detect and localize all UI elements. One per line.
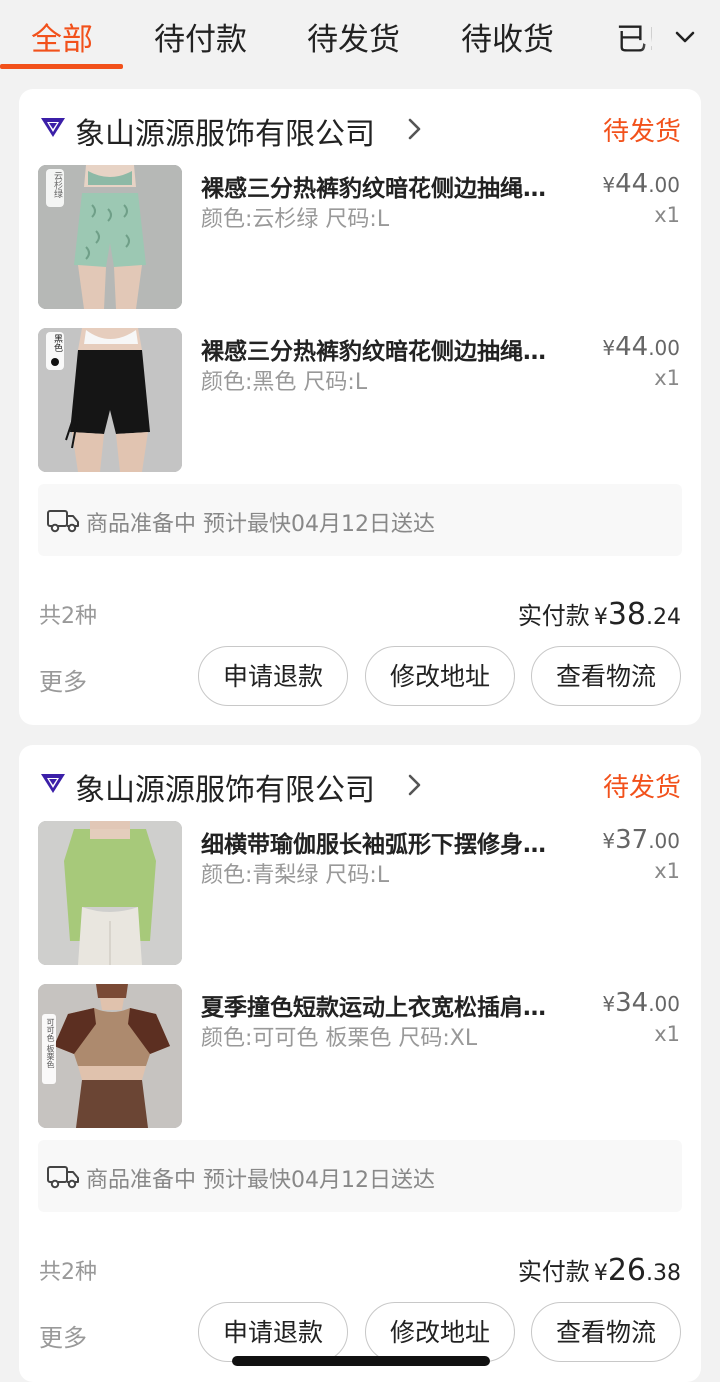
order-status: 待发货: [602, 773, 681, 803]
shop-header[interactable]: 象山源源服饰有限公司: [39, 765, 679, 808]
product-thumbnail: 黑色: [38, 328, 182, 472]
item-quantity: x1: [654, 203, 680, 227]
shop-name[interactable]: 象山源源服饰有限公司: [75, 765, 375, 809]
active-tab-underline: [0, 64, 123, 69]
more-link[interactable]: 更多: [39, 662, 87, 697]
item-spec: 颜色:可可色 板栗色 尺码:XL: [201, 1026, 478, 1051]
tab-pending-shipment[interactable]: 待发货: [307, 14, 400, 59]
order-tabs: 全部 待付款 待发货 待收货 已!: [0, 0, 720, 72]
item-title: 夏季撞色短款运动上衣宽松插肩袖T恤: [201, 995, 561, 1021]
tab-all[interactable]: 全部: [31, 14, 93, 59]
item-title: 裸感三分热裤豹纹暗花侧边抽绳瑜伽短裤: [201, 176, 561, 202]
refund-button[interactable]: 申请退款: [198, 646, 348, 706]
chevron-right-icon[interactable]: [405, 115, 425, 143]
tab-pending-payment[interactable]: 待付款: [154, 14, 247, 59]
more-link[interactable]: 更多: [39, 1318, 87, 1353]
order-card: 象山源源服饰有限公司 待发货 细横带瑜伽服长袖弧形下摆修身运动上衣 颜色:青梨绿…: [19, 745, 701, 1382]
thumbnail-tag: 黑色: [52, 334, 62, 352]
paid-amount: 实付款 ¥26.38: [517, 1253, 681, 1288]
order-card: 象山源源服饰有限公司 待发货 云杉绿 裸感三分热裤豹纹暗花侧边抽绳瑜 颜色:云杉…: [19, 89, 701, 725]
delivery-text: 商品准备中 预计最快04月12日送达: [86, 512, 435, 537]
order-item[interactable]: 可可色 板栗色 夏季撞色短款运动上衣宽松插肩袖T恤 颜色:可可色 板栗色 尺码:…: [38, 984, 682, 1129]
paid-amount: 实付款 ¥38.24: [517, 597, 681, 632]
item-spec: 颜色:青梨绿 尺码:L: [201, 863, 390, 888]
delivery-text: 商品准备中 预计最快04月12日送达: [86, 1168, 435, 1193]
item-title: 细横带瑜伽服长袖弧形下摆修身运动上衣: [201, 832, 561, 858]
order-item[interactable]: 黑色 裸感三分热裤豹纹暗花侧边抽绳瑜伽短裤 颜色:黑色 尺码:L ¥44.00 …: [38, 328, 682, 473]
delivery-status: 商品准备中 预计最快04月12日送达: [38, 1140, 682, 1212]
item-title: 裸感三分热裤豹纹暗花侧边抽绳瑜伽短裤: [201, 339, 561, 365]
view-logistics-button[interactable]: 查看物流: [531, 1302, 681, 1362]
order-item[interactable]: 细横带瑜伽服长袖弧形下摆修身运动上衣 颜色:青梨绿 尺码:L ¥37.00 x1: [38, 821, 682, 966]
item-price: ¥37.00: [602, 825, 680, 855]
item-quantity: x1: [654, 1022, 680, 1046]
item-price: ¥44.00: [602, 332, 680, 362]
change-address-button[interactable]: 修改地址: [365, 646, 515, 706]
view-logistics-button[interactable]: 查看物流: [531, 646, 681, 706]
refund-button[interactable]: 申请退款: [198, 1302, 348, 1362]
item-quantity: x1: [654, 859, 680, 883]
chevron-down-icon[interactable]: [668, 20, 702, 54]
item-price: ¥34.00: [602, 988, 680, 1018]
item-spec: 颜色:云杉绿 尺码:L: [201, 207, 390, 232]
item-count: 共2种: [39, 604, 97, 629]
item-count: 共2种: [39, 1260, 97, 1285]
shop-header[interactable]: 象山源源服饰有限公司: [39, 109, 679, 152]
chevron-right-icon[interactable]: [405, 771, 425, 799]
item-spec: 颜色:黑色 尺码:L: [201, 370, 368, 395]
thumbnail-tag: 可可色 板栗色: [46, 1018, 55, 1069]
product-thumbnail: 可可色 板栗色: [38, 984, 182, 1128]
shop-logo-icon: [41, 774, 65, 793]
delivery-status: 商品准备中 预计最快04月12日送达: [38, 484, 682, 556]
change-address-button[interactable]: 修改地址: [365, 1302, 515, 1362]
truck-icon: [47, 510, 79, 533]
shop-logo-icon: [41, 118, 65, 137]
home-indicator[interactable]: [232, 1356, 490, 1366]
shop-name[interactable]: 象山源源服饰有限公司: [75, 109, 375, 153]
item-price: ¥44.00: [602, 169, 680, 199]
truck-icon: [47, 1166, 79, 1189]
product-thumbnail: [38, 821, 182, 965]
thumbnail-tag: 云杉绿: [52, 171, 62, 198]
order-status: 待发货: [602, 117, 681, 147]
tab-pending-receipt[interactable]: 待收货: [461, 14, 554, 59]
item-quantity: x1: [654, 366, 680, 390]
order-item[interactable]: 云杉绿 裸感三分热裤豹纹暗花侧边抽绳瑜伽短裤 颜色:云杉绿 尺码:L ¥44.0…: [38, 165, 682, 310]
product-thumbnail: 云杉绿: [38, 165, 182, 309]
